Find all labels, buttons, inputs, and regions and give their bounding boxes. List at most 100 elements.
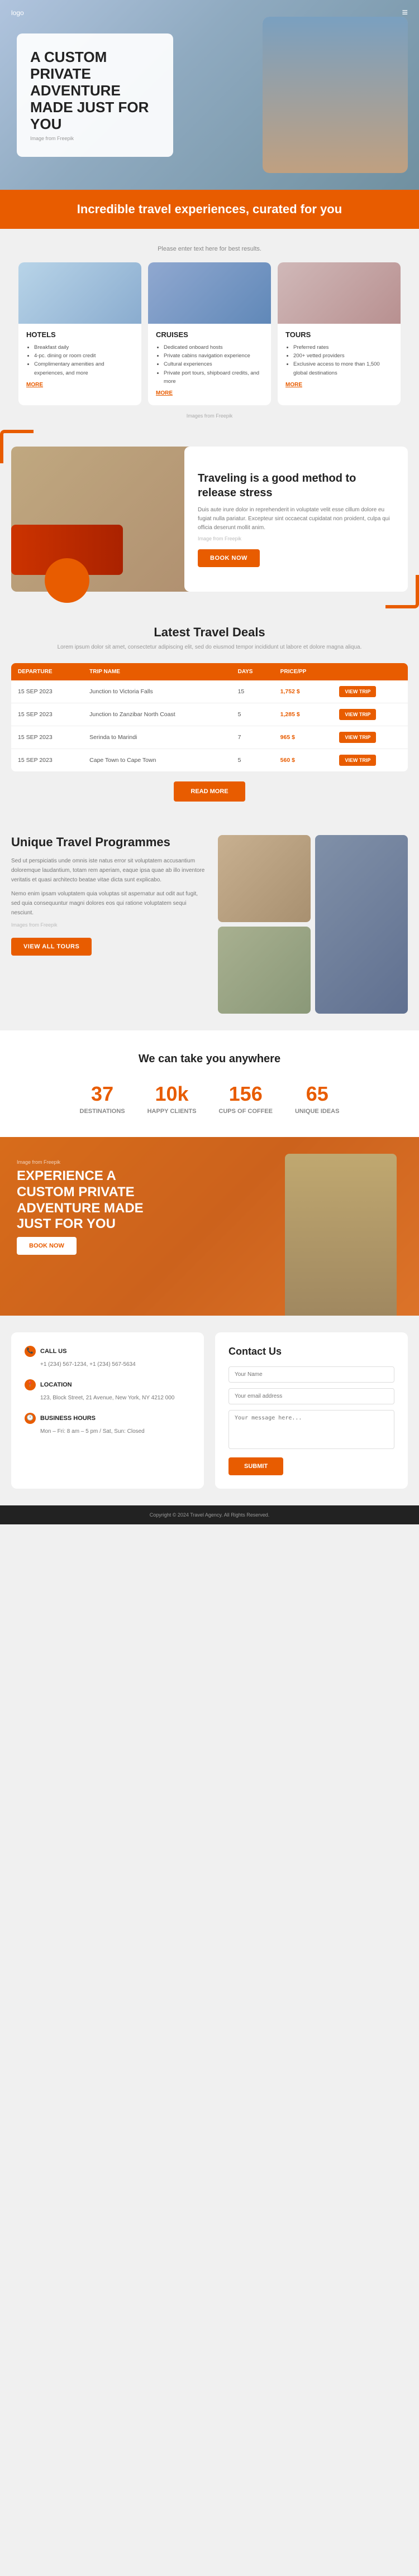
contact-hours-item: 🕐 BUSINESS HOURS Mon – Fri: 8 am – 5 pm … [25, 1413, 191, 1436]
deal-days: 5 [231, 749, 274, 771]
deal-view-button[interactable]: VIEW TRIP [339, 686, 376, 697]
stress-credit: Image from Freepik [198, 536, 394, 541]
hero-background-image [263, 17, 408, 173]
deals-table: DEPARTURE TRIP NAME DAYS PRICE/PP 15 SEP… [11, 663, 408, 771]
stats-section: We can take you anywhere 37 DESTINATIONS… [0, 1030, 419, 1137]
clock-icon: 🕐 [25, 1413, 36, 1424]
deal-view-cell: VIEW TRIP [332, 726, 408, 749]
deal-departure: 15 SEP 2023 [11, 703, 83, 726]
contact-form-title: Contact Us [228, 1346, 394, 1357]
tours-bullet-3: Exclusive access to more than 1,500 glob… [293, 360, 393, 377]
contact-submit-button[interactable]: SUBMIT [228, 1457, 283, 1475]
contact-location-header: 📍 LOCATION [25, 1379, 191, 1390]
adventure-title: Experience a Custom Private Adventure Ma… [17, 1168, 173, 1232]
programs-left: Unique Travel Programmes Sed ut perspici… [11, 835, 207, 956]
tours-bullets: Preferred rates 200+ vetted providers Ex… [285, 343, 393, 377]
contact-name-field[interactable] [228, 1366, 394, 1383]
stress-text: Duis aute irure dolor in reprehenderit i… [198, 506, 394, 533]
program-image-2 [315, 835, 408, 1014]
programs-credit: Images from Freepik [11, 922, 207, 928]
programs-text2: Nemo enim ipsam voluptatem quia voluptas… [11, 889, 207, 918]
contact-location-item: 📍 LOCATION 123, Block Street, 21 Avenue,… [25, 1379, 191, 1403]
stress-title: Traveling is a good method to release st… [198, 471, 394, 500]
cruises-image [148, 262, 271, 324]
deal-view-cell: VIEW TRIP [332, 749, 408, 771]
contact-message-input[interactable] [228, 1410, 394, 1449]
contact-section: 📞 CALL US +1 (234) 567-1234, +1 (234) 56… [0, 1316, 419, 1505]
deal-days: 5 [231, 703, 274, 726]
menu-icon[interactable]: ≡ [402, 7, 408, 18]
deal-departure: 15 SEP 2023 [11, 726, 83, 749]
contact-email-input[interactable] [228, 1388, 394, 1404]
hotels-more-link[interactable]: MORE [26, 382, 43, 388]
stat-clients: 10k HAPPY CLIENTS [147, 1082, 197, 1115]
hotels-image [18, 262, 141, 324]
program-image-3 [218, 927, 311, 1014]
phone-icon: 📞 [25, 1346, 36, 1357]
tours-card-body: TOURS Preferred rates 200+ vetted provid… [278, 324, 401, 397]
tours-bullet-2: 200+ vetted providers [293, 352, 393, 360]
stat-ideas: 65 UNIQUE IDEAS [295, 1082, 339, 1115]
stress-inner: Traveling is a good method to release st… [11, 447, 408, 592]
stress-image [11, 447, 201, 592]
deal-trip-name: Serinda to Marindi [83, 726, 231, 749]
deal-departure: 15 SEP 2023 [11, 680, 83, 703]
deal-trip-name: Junction to Victoria Falls [83, 680, 231, 703]
cruises-bullet-4: Private port tours, shipboard credits, a… [164, 369, 263, 386]
deal-view-cell: VIEW TRIP [332, 680, 408, 703]
contact-message-field[interactable] [228, 1410, 394, 1452]
cards-row: HOTELS Breakfast daily 4-pc. dining or r… [11, 262, 408, 405]
deal-price: 560 $ [274, 749, 333, 771]
view-all-tours-button[interactable]: VIEW ALL TOURS [11, 938, 92, 956]
logo: logo [11, 9, 24, 17]
deal-departure: 15 SEP 2023 [11, 749, 83, 771]
deals-table-header-row: DEPARTURE TRIP NAME DAYS PRICE/PP [11, 663, 408, 680]
programs-title: Unique Travel Programmes [11, 835, 207, 850]
footer-text: Copyright © 2024 Travel Agency. All Righ… [150, 1512, 270, 1518]
deal-view-button[interactable]: VIEW TRIP [339, 755, 376, 766]
stat-destinations: 37 DESTINATIONS [80, 1082, 125, 1115]
cruises-more-link[interactable]: MORE [156, 390, 173, 396]
stat-clients-label: HAPPY CLIENTS [147, 1108, 197, 1115]
deal-price: 965 $ [274, 726, 333, 749]
contact-call-label: CALL US [40, 1348, 66, 1355]
cruises-bullet-3: Cultural experiences [164, 360, 263, 368]
tours-more-link[interactable]: MORE [285, 382, 302, 388]
contact-location-label: LOCATION [40, 1381, 72, 1388]
cards-section: Please enter text here for best results.… [0, 229, 419, 430]
cards-credit: Images from Freepik [11, 413, 408, 419]
tours-card: TOURS Preferred rates 200+ vetted provid… [278, 262, 401, 405]
deals-title: Latest Travel Deals [11, 625, 408, 640]
deals-read-more-button[interactable]: READ MORE [174, 781, 245, 802]
hotels-bullet-2: 4-pc. dining or room credit [34, 352, 134, 360]
deal-view-button[interactable]: VIEW TRIP [339, 709, 376, 720]
table-row: 15 SEP 2023 Serinda to Marindi 7 965 $ V… [11, 726, 408, 749]
contact-call-text: +1 (234) 567-1234, +1 (234) 567-5634 [25, 1360, 191, 1369]
book-now-button[interactable]: BOOK NOW [198, 549, 260, 567]
adventure-book-button[interactable]: BOOK NOW [17, 1237, 77, 1255]
programs-images-grid [218, 835, 408, 1014]
hero-people-image [263, 17, 408, 173]
table-row: 15 SEP 2023 Cape Town to Cape Town 5 560… [11, 749, 408, 771]
hero-title: A CUSTOM PRIVATE ADVENTURE MADE JUST FOR… [30, 49, 160, 132]
deal-trip-name: Junction to Zanzibar North Coast [83, 703, 231, 726]
deal-days: 15 [231, 680, 274, 703]
stat-ideas-number: 65 [295, 1082, 339, 1106]
cards-subtitle: Please enter text here for best results. [11, 246, 408, 252]
table-row: 15 SEP 2023 Junction to Zanzibar North C… [11, 703, 408, 726]
hotels-card-body: HOTELS Breakfast daily 4-pc. dining or r… [18, 324, 141, 397]
stats-row: 37 DESTINATIONS 10k HAPPY CLIENTS 156 CU… [11, 1082, 408, 1115]
stat-destinations-number: 37 [80, 1082, 125, 1106]
contact-email-field[interactable] [228, 1388, 394, 1404]
contact-name-input[interactable] [228, 1366, 394, 1383]
table-row: 15 SEP 2023 Junction to Victoria Falls 1… [11, 680, 408, 703]
hotels-card: HOTELS Breakfast daily 4-pc. dining or r… [18, 262, 141, 405]
hotels-bullet-3: Complimentary amenities and experiences,… [34, 360, 134, 377]
stat-ideas-label: UNIQUE IDEAS [295, 1108, 339, 1115]
cruises-card: CRUISES Dedicated onboard hosts Private … [148, 262, 271, 405]
stat-coffee-label: CUPS OF COFFEE [218, 1108, 273, 1115]
tours-bullet-1: Preferred rates [293, 343, 393, 352]
hotels-bullet-1: Breakfast daily [34, 343, 134, 352]
deal-view-button[interactable]: VIEW TRIP [339, 732, 376, 743]
stress-orange-circle [45, 558, 89, 603]
